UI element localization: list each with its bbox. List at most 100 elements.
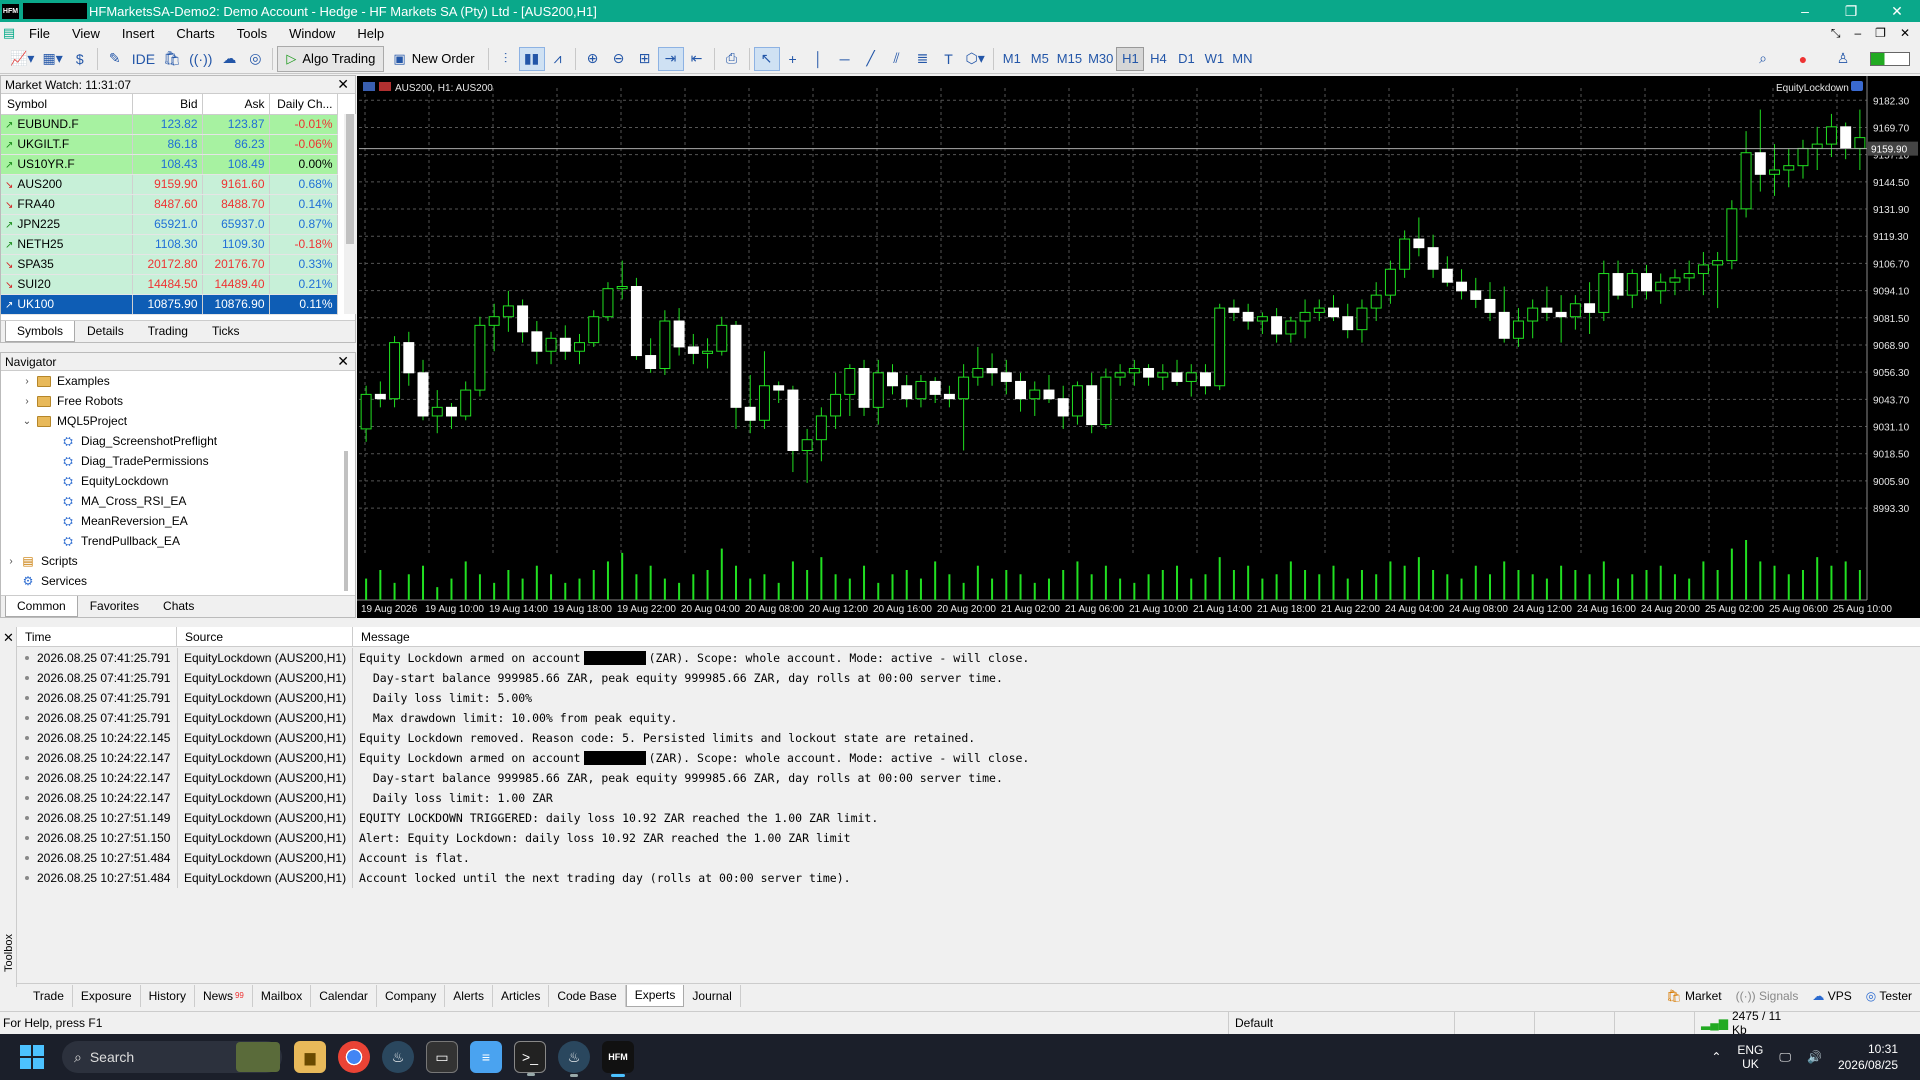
steam-running-icon[interactable]: ♨	[558, 1041, 590, 1077]
candlestick-chart-icon[interactable]: ▮▮	[518, 46, 545, 71]
toolbox-close-icon[interactable]: ✕	[3, 630, 14, 646]
new-order-button[interactable]: ▣ New Order	[384, 46, 483, 72]
market-link[interactable]: 🛍 Market	[1666, 989, 1721, 1003]
tab-company[interactable]: Company	[377, 984, 446, 1007]
col-bid[interactable]: Bid	[132, 94, 203, 115]
terminal-icon[interactable]: ▭	[426, 1041, 458, 1073]
log-row[interactable]: 2026.08.25 10:27:51.150 EquityLockdown (A…	[17, 827, 1920, 848]
symbol-cell[interactable]: ↗ US10YR.F	[1, 154, 133, 175]
navigator-item[interactable]: ⛭ MA_Cross_RSI_EA	[1, 491, 355, 511]
start-button-icon[interactable]	[20, 1045, 44, 1069]
metaeditor-icon[interactable]: IDE	[128, 47, 159, 71]
log-row[interactable]: 2026.08.25 07:41:25.791 EquityLockdown (A…	[17, 687, 1920, 708]
hfm-terminal-icon[interactable]: HFM	[602, 1041, 634, 1077]
symbol-cell[interactable]: ↗ EUBUND.F	[1, 114, 133, 135]
tab-trade[interactable]: Trade	[25, 984, 73, 1007]
chrome-icon[interactable]	[338, 1041, 370, 1073]
shapes-icon[interactable]: ⬡▾	[962, 47, 989, 71]
tf-m30[interactable]: M30	[1085, 47, 1116, 71]
expand-chevron-icon[interactable]: ›	[5, 556, 17, 567]
tf-w1[interactable]: W1	[1200, 47, 1228, 71]
depth-of-market-icon[interactable]: $	[67, 47, 93, 71]
navigator-item[interactable]: ⛭ Diag_TradePermissions	[1, 451, 355, 471]
market-watch-row[interactable]: ↗ EUBUND.F 123.82 123.87 -0.01%	[1, 114, 338, 135]
log-row[interactable]: 2026.08.25 10:27:51.484 EquityLockdown (A…	[17, 867, 1920, 888]
log-row[interactable]: 2026.08.25 07:41:25.791 EquityLockdown (A…	[17, 707, 1920, 728]
app-menu-icon[interactable]: ▤	[0, 25, 18, 41]
expand-chevron-icon[interactable]: ⌄	[21, 416, 33, 427]
log-row[interactable]: 2026.08.25 10:24:22.147 EquityLockdown (A…	[17, 787, 1920, 808]
tray-overflow-icon[interactable]: ⌃	[1711, 1050, 1721, 1064]
navigator-close-icon[interactable]: ✕	[337, 353, 349, 370]
signals-icon[interactable]: ((·))	[185, 47, 216, 71]
tab-news[interactable]: News 99	[195, 984, 253, 1007]
language-indicator[interactable]: ENG UK	[1737, 1043, 1763, 1071]
market-watch-row[interactable]: ↗ UKGILT.F 86.18 86.23 -0.06%	[1, 134, 338, 155]
child-restore-icon[interactable]: ❐	[1875, 26, 1886, 41]
zoom-out-icon[interactable]: ⊖	[606, 47, 632, 71]
auto-scroll-icon[interactable]: ⇥	[657, 46, 684, 71]
col-symbol[interactable]: Symbol	[1, 94, 133, 115]
screenshot-icon[interactable]: ⎙	[719, 47, 745, 71]
vps-icon[interactable]: ☁	[216, 47, 242, 71]
file-explorer-icon[interactable]: ▆	[294, 1041, 326, 1073]
tester-link[interactable]: ◎ Tester	[1866, 989, 1912, 1003]
symbol-cell[interactable]: ↗ JPN225	[1, 214, 133, 235]
log-row[interactable]: 2026.08.25 07:41:25.791 EquityLockdown (A…	[17, 667, 1920, 688]
market-watch-row[interactable]: ↗ JPN225 65921.0 65937.0 0.87%	[1, 214, 338, 235]
navigator-item[interactable]: ⚙ Services	[1, 571, 355, 591]
navigator-item[interactable]: ⛭ EquityLockdown	[1, 471, 355, 491]
navigator-item[interactable]: ⛭ TrendPullback_EA	[1, 531, 355, 551]
vps-link[interactable]: ☁ VPS	[1812, 989, 1851, 1003]
tf-m1[interactable]: M1	[998, 47, 1026, 71]
tf-h1[interactable]: H1	[1116, 46, 1145, 71]
menu-file[interactable]: File	[18, 26, 61, 41]
fibonacci-icon[interactable]: ≣	[910, 47, 936, 71]
steam-icon[interactable]: ♨	[382, 1041, 414, 1073]
tab-details[interactable]: Details	[75, 320, 136, 342]
log-row[interactable]: 2026.08.25 10:24:22.147 EquityLockdown (A…	[17, 747, 1920, 768]
account-icon[interactable]: ♙	[1830, 47, 1856, 71]
navigator-item[interactable]: ⌄ MQL5Project	[1, 411, 355, 431]
tab-common[interactable]: Common	[5, 596, 78, 617]
tab-trading[interactable]: Trading	[136, 320, 200, 342]
market-watch-close-icon[interactable]: ✕	[337, 76, 349, 93]
vertical-line-icon[interactable]: │	[806, 47, 832, 71]
market-watch-row[interactable]: ↘ AUS200 9159.90 9161.60 0.68%	[1, 174, 338, 195]
log-row[interactable]: 2026.08.25 10:24:22.145 EquityLockdown (A…	[17, 727, 1920, 748]
tab-chats[interactable]: Chats	[151, 595, 206, 617]
market-watch-icon[interactable]: ✎	[102, 47, 128, 71]
navigator-item[interactable]: ⛭ Diag_ScreenshotPreflight	[1, 431, 355, 451]
network-icon[interactable]: 🖵	[1779, 1050, 1791, 1065]
col-time[interactable]: Time	[17, 627, 177, 646]
tab-experts[interactable]: Experts	[625, 984, 685, 1007]
notepad-icon[interactable]: ≡	[470, 1041, 502, 1073]
log-row[interactable]: 2026.08.25 10:27:51.149 EquityLockdown (A…	[17, 807, 1920, 828]
tab-alerts[interactable]: Alerts	[445, 984, 493, 1007]
new-chart-icon[interactable]: 📈▾	[6, 47, 38, 71]
community-icon[interactable]: ◎	[242, 47, 268, 71]
search-icon[interactable]: ⌕	[1750, 47, 1776, 71]
horizontal-line-icon[interactable]: ─	[832, 47, 858, 71]
equidistant-channel-icon[interactable]: ⫽	[884, 47, 910, 71]
market-watch-row[interactable]: ↗ UK100 10875.90 10876.90 0.11%	[1, 294, 338, 315]
symbol-cell[interactable]: ↘ SUI20	[1, 274, 133, 295]
notifications-icon[interactable]: ●	[1790, 47, 1816, 71]
tab-favorites[interactable]: Favorites	[78, 595, 151, 617]
navigator-item[interactable]: › Free Robots	[1, 391, 355, 411]
col-message[interactable]: Message	[353, 627, 1920, 646]
minimize-button[interactable]: –	[1782, 3, 1828, 20]
menu-charts[interactable]: Charts	[165, 26, 225, 41]
navigator-item[interactable]: › ▤ Scripts	[1, 551, 355, 571]
symbol-cell[interactable]: ↘ FRA40	[1, 194, 133, 215]
symbol-cell[interactable]: ↘ AUS200	[1, 174, 133, 195]
symbol-cell[interactable]: ↘ SPA35	[1, 254, 133, 275]
chart-shift-icon[interactable]: ⇤	[684, 47, 710, 71]
market-watch-row[interactable]: ↘ SPA35 20172.80 20176.70 0.33%	[1, 254, 338, 275]
expand-chevron-icon[interactable]: ›	[21, 396, 33, 407]
symbol-cell[interactable]: ↗ UK100	[1, 294, 133, 315]
tab-symbols[interactable]: Symbols	[5, 321, 76, 342]
col-ask[interactable]: Ask	[202, 94, 270, 115]
zoom-in-icon[interactable]: ⊕	[580, 47, 606, 71]
taskbar-search[interactable]: ⌕ Search	[62, 1041, 282, 1073]
